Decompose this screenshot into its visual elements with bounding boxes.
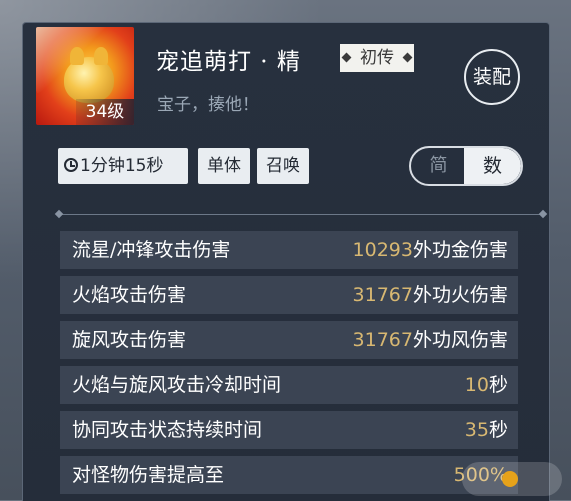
stat-value: 35秒 [465, 411, 508, 449]
stat-unit: 外功火伤害 [412, 284, 508, 306]
stat-label: 旋风攻击伤害 [72, 329, 187, 351]
skill-level-badge: 34级 [76, 99, 134, 125]
cooldown-chip: 1分钟15秒 [58, 148, 188, 184]
stat-row: 对怪物伤害提高至 500% [60, 456, 518, 494]
skill-tier-label: 初传 [360, 48, 394, 68]
section-divider [60, 214, 542, 215]
cooldown-label: 1分钟15秒 [80, 156, 164, 176]
stat-row: 旋风攻击伤害 31767外功风伤害 [60, 321, 518, 359]
clock-icon [64, 158, 78, 172]
skill-name: 宠追萌打 · 精 [156, 49, 301, 75]
stat-number: 10 [464, 374, 489, 396]
stat-unit: 秒 [488, 374, 508, 396]
target-chip: 单体 [198, 148, 250, 184]
watermark-logo [462, 462, 562, 496]
skill-tier-tag: 初传 [340, 44, 414, 72]
stat-row: 流星/冲锋攻击伤害 10293外功金伤害 [60, 231, 518, 269]
stat-number: 10293 [352, 239, 413, 261]
stat-row: 火焰攻击伤害 31767外功火伤害 [60, 276, 518, 314]
stat-value: 10293外功金伤害 [353, 231, 508, 269]
toggle-number-option[interactable]: 数 [464, 148, 521, 184]
stat-value: 10秒 [465, 366, 508, 404]
stat-number: 35 [464, 419, 489, 441]
golden-pet-icon [64, 47, 114, 103]
type-chip: 召唤 [257, 148, 309, 184]
display-mode-toggle[interactable]: 简 数 [409, 146, 523, 186]
skill-portrait: 34级 [36, 27, 134, 125]
stat-label: 火焰与旋风攻击冷却时间 [72, 374, 282, 396]
toggle-simple-option[interactable]: 简 [411, 148, 466, 184]
stat-row: 协同攻击状态持续时间 35秒 [60, 411, 518, 449]
equip-button[interactable]: 装配 [464, 49, 520, 105]
stat-value: 31767外功火伤害 [353, 276, 508, 314]
stat-label: 协同攻击状态持续时间 [72, 419, 263, 441]
stat-unit: 外功风伤害 [412, 329, 508, 351]
stat-unit: 外功金伤害 [412, 239, 508, 261]
stat-number: 31767 [352, 284, 413, 306]
stat-label: 流星/冲锋攻击伤害 [72, 239, 231, 261]
stat-value: 31767外功风伤害 [353, 321, 508, 359]
stat-label: 火焰攻击伤害 [72, 284, 187, 306]
skill-description: 宝子，揍他！ [157, 95, 259, 115]
stat-unit: 秒 [488, 419, 508, 441]
stat-number: 31767 [352, 329, 413, 351]
stat-row: 火焰与旋风攻击冷却时间 10秒 [60, 366, 518, 404]
diamond-right-icon [402, 52, 413, 63]
diamond-left-icon [341, 52, 352, 63]
stat-label: 对怪物伤害提高至 [72, 464, 225, 486]
watermark-logo-icon [502, 470, 518, 487]
